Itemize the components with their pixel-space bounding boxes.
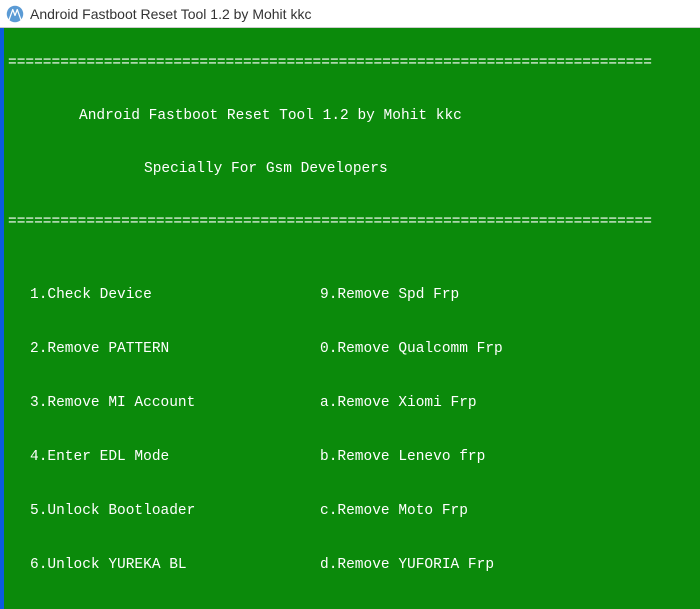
menu-item-0[interactable]: 0.Remove Qualcomm Frp	[320, 341, 503, 357]
menu-item-d[interactable]: d.Remove YUFORIA Frp	[320, 557, 494, 573]
header-line-2: Specially For Gsm Developers	[4, 160, 700, 180]
divider-top: ========================================…	[4, 54, 700, 74]
menu-item-c[interactable]: c.Remove Moto Frp	[320, 503, 468, 519]
header-line-1: Android Fastboot Reset Tool 1.2 by Mohit…	[4, 107, 700, 127]
menu-list: 1.Check Device 9.Remove Spd Frp 2.Remove …	[4, 266, 700, 609]
menu-item-9[interactable]: 9.Remove Spd Frp	[320, 287, 459, 303]
menu-item-2[interactable]: 2.Remove PATTERN	[30, 341, 169, 357]
window-title: Android Fastboot Reset Tool 1.2 by Mohit…	[30, 6, 311, 22]
menu-item-b[interactable]: b.Remove Lenevo frp	[320, 449, 485, 465]
menu-item-5[interactable]: 5.Unlock Bootloader	[30, 503, 195, 519]
window-titlebar: Android Fastboot Reset Tool 1.2 by Mohit…	[0, 0, 700, 28]
motorola-logo-icon	[6, 5, 24, 23]
divider-mid: ========================================…	[4, 213, 700, 233]
menu-item-3[interactable]: 3.Remove MI Account	[30, 395, 195, 411]
console-area[interactable]: ========================================…	[0, 28, 700, 609]
menu-item-4[interactable]: 4.Enter EDL Mode	[30, 449, 169, 465]
menu-item-6[interactable]: 6.Unlock YUREKA BL	[30, 557, 187, 573]
menu-item-1[interactable]: 1.Check Device	[30, 287, 152, 303]
menu-item-a[interactable]: a.Remove Xiomi Frp	[320, 395, 477, 411]
